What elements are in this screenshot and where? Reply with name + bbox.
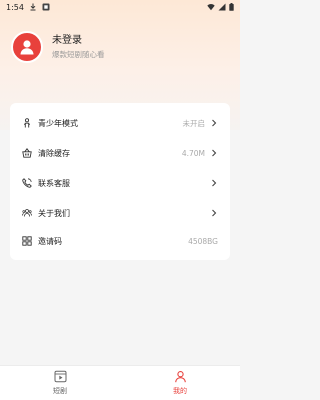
status-bar: 1:54 (0, 0, 240, 14)
tab-label: 短剧 (53, 387, 67, 395)
profile-icon (174, 370, 187, 383)
menu-item-label: 清除缓存 (38, 148, 70, 158)
status-time: 1:54 (6, 2, 24, 12)
qr-grid-icon (22, 236, 32, 246)
settings-card: 青少年模式 未开启 清除缓存 4.70M 联系客服 关于我们 邀请码 4508B… (10, 103, 230, 260)
download-icon (29, 3, 37, 11)
menu-item-invite-code[interactable]: 邀请码 4508BG (10, 231, 230, 251)
tab-label: 我的 (173, 387, 187, 395)
signal-icon (218, 3, 226, 11)
menu-item-about-us[interactable]: 关于我们 (10, 203, 230, 223)
profile-subtitle: 爆款短剧随心看 (52, 49, 105, 59)
menu-item-value: 未开启 (182, 118, 206, 128)
app-notification-icon (42, 3, 50, 11)
chevron-right-icon (210, 119, 218, 127)
phone-icon (22, 178, 32, 188)
bottom-tab-bar: 短剧 我的 (0, 365, 240, 400)
avatar[interactable] (11, 31, 43, 63)
video-icon (54, 370, 67, 383)
menu-item-clear-cache[interactable]: 清除缓存 4.70M (10, 143, 230, 163)
chevron-right-icon (210, 179, 218, 187)
chevron-right-icon (210, 149, 218, 157)
basket-icon (22, 148, 32, 158)
person-icon (22, 118, 32, 128)
wifi-icon (207, 3, 215, 11)
menu-item-value: 4.70M (181, 148, 205, 158)
tab-mine[interactable]: 我的 (120, 366, 240, 400)
menu-item-label: 联系客服 (38, 178, 70, 188)
menu-item-label: 青少年模式 (38, 118, 78, 128)
menu-item-label: 关于我们 (38, 208, 70, 218)
menu-item-label: 邀请码 (38, 236, 62, 246)
menu-item-teen-mode[interactable]: 青少年模式 未开启 (10, 113, 230, 133)
profile-header[interactable]: 未登录 爆款短剧随心看 (11, 31, 105, 63)
chevron-right-icon (210, 209, 218, 217)
group-icon (22, 208, 32, 218)
battery-icon (229, 3, 234, 11)
menu-item-customer-service[interactable]: 联系客服 (10, 173, 230, 193)
login-status[interactable]: 未登录 (52, 34, 105, 48)
tab-short-drama[interactable]: 短剧 (0, 366, 120, 400)
user-silhouette-icon (20, 40, 34, 55)
menu-item-value[interactable]: 4508BG (188, 237, 218, 246)
